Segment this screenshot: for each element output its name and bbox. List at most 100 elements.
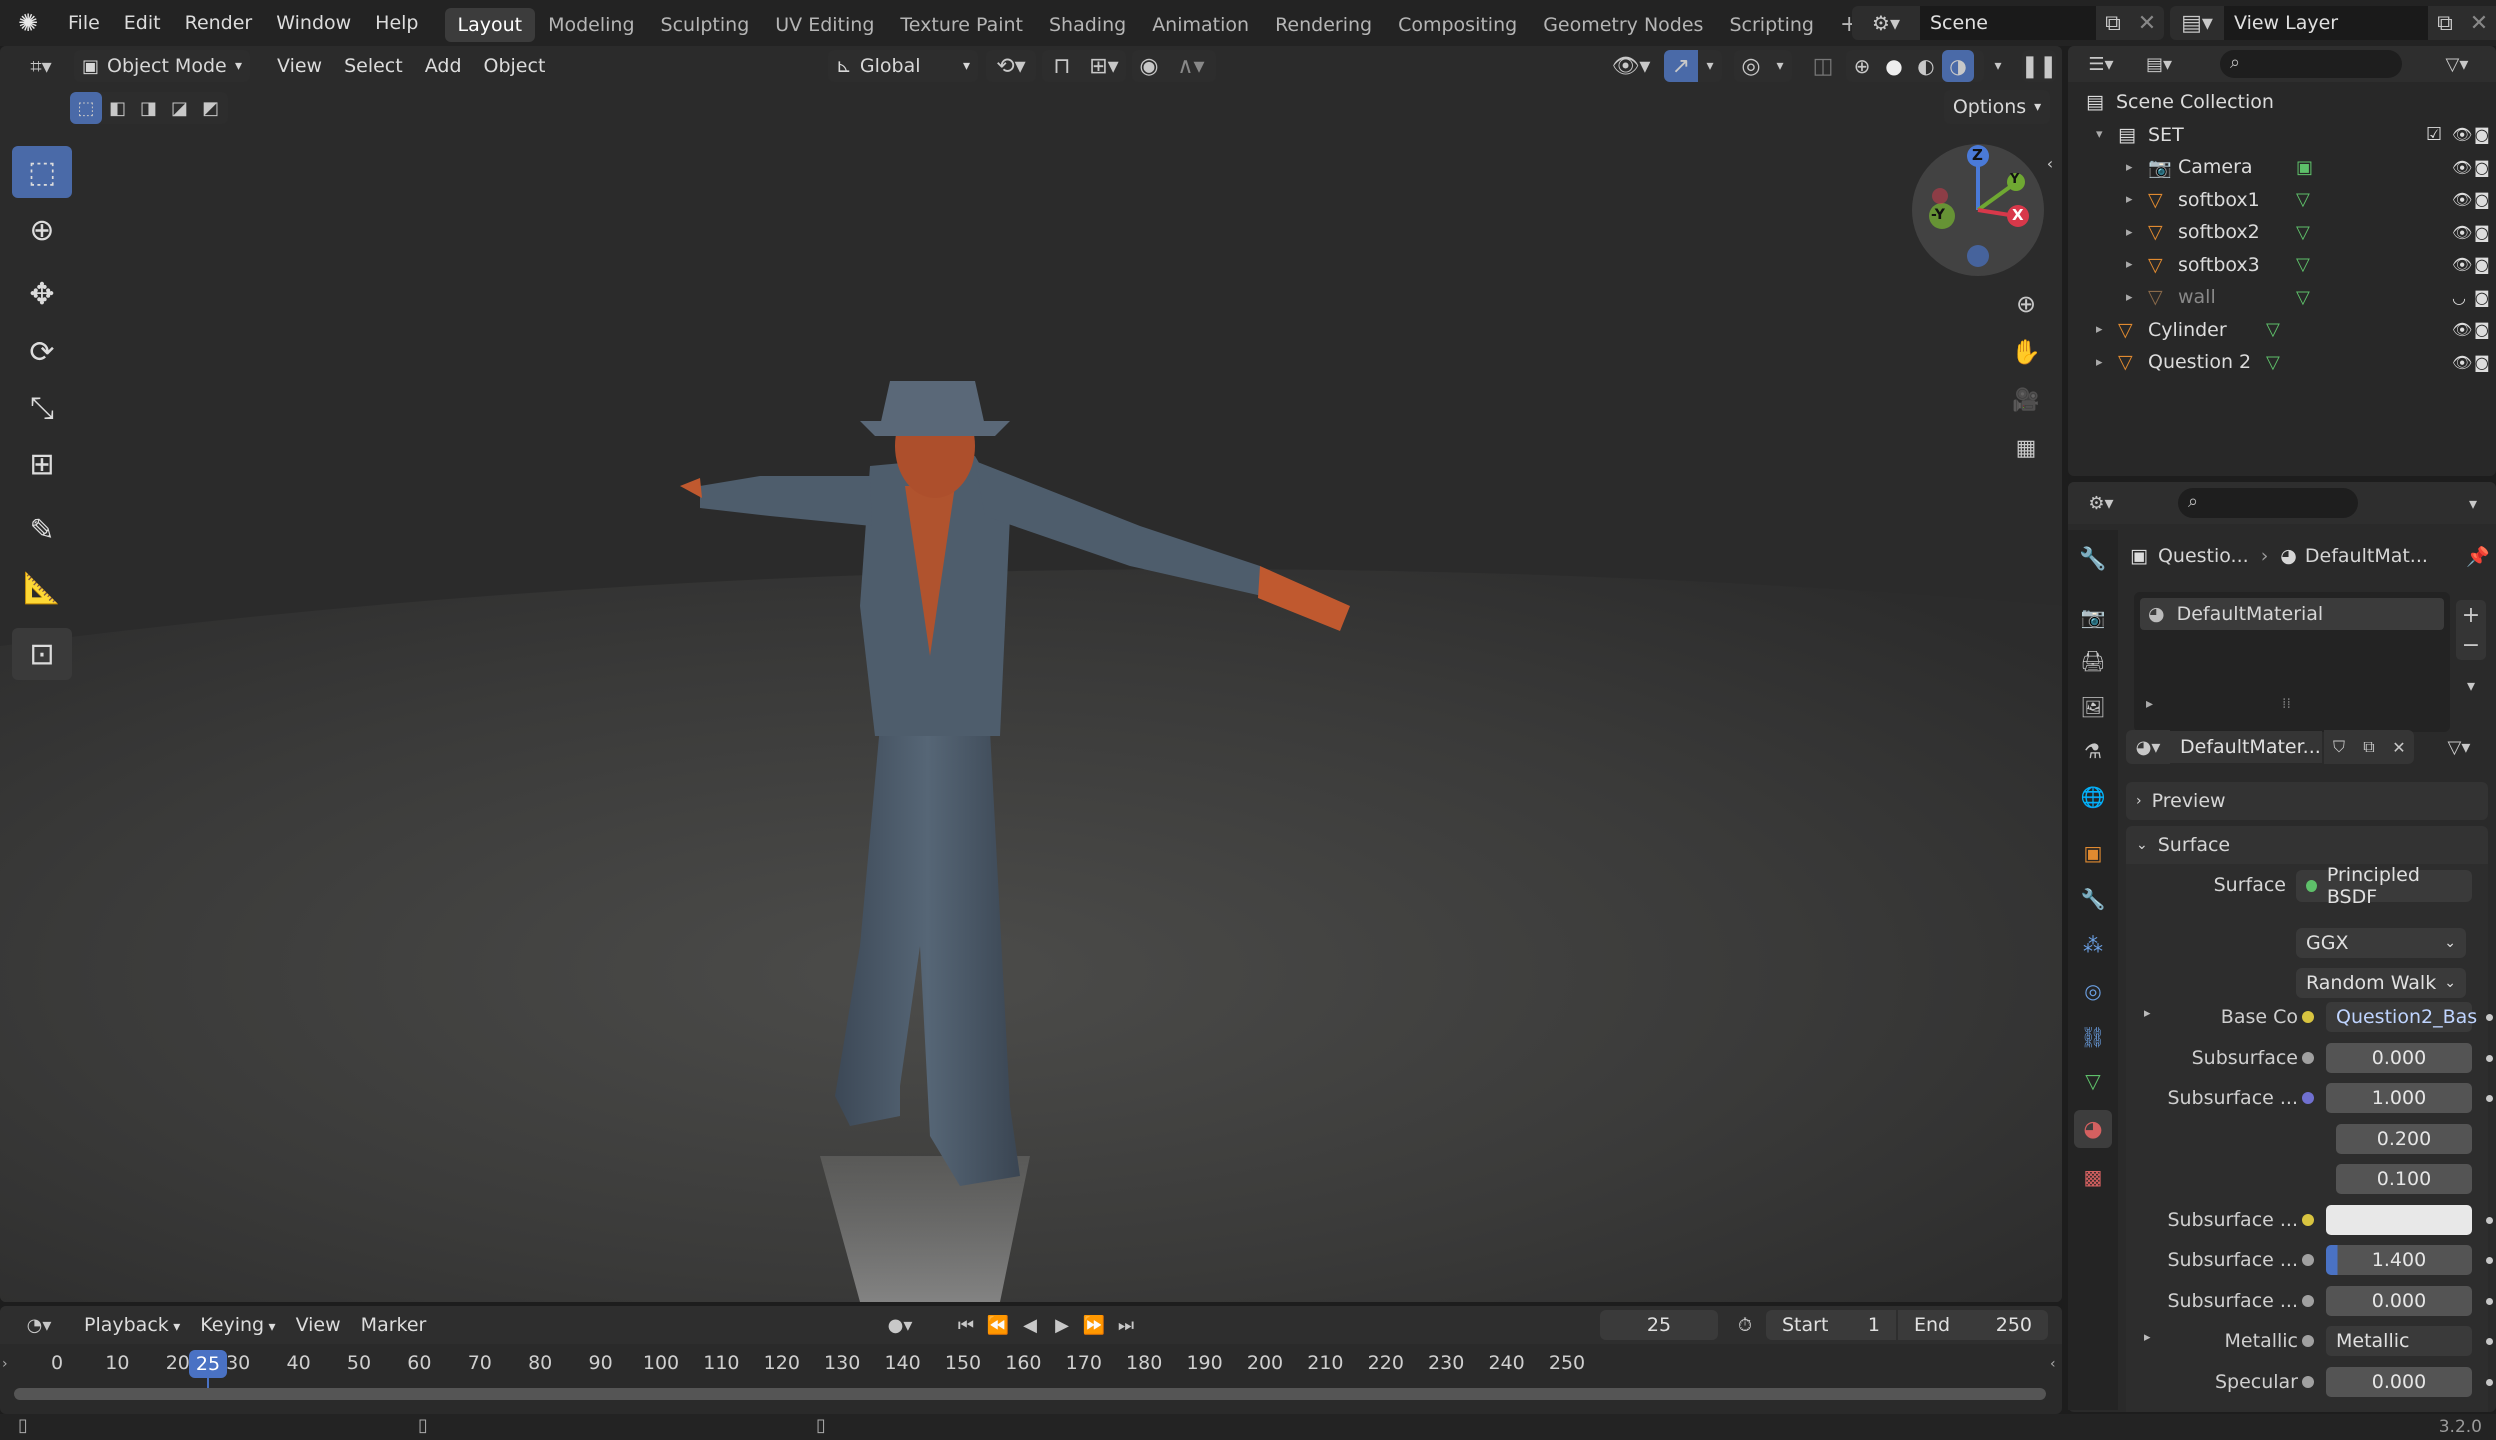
overlays-dropdown-icon[interactable]: ▾ bbox=[1768, 50, 1792, 82]
outliner-item-softbox1[interactable]: ▸ ▽ softbox1 ▽ 👁 ◙ bbox=[2068, 184, 2490, 216]
shader-input-field[interactable]: 0.000 bbox=[2326, 1042, 2472, 1073]
snap-icon[interactable]: ⊓ bbox=[1042, 50, 1082, 82]
tab-geometry-nodes[interactable]: Geometry Nodes bbox=[1530, 8, 1716, 42]
falloff-icon[interactable]: ∧▾ bbox=[1166, 50, 1216, 82]
material-shading-icon[interactable]: ◐ bbox=[1910, 50, 1942, 82]
transform-orientation-dropdown[interactable]: ⊾ Global ▾ bbox=[828, 50, 978, 82]
select-extend-icon[interactable]: ◧ bbox=[102, 92, 133, 124]
expand-arrow-icon[interactable]: ▸ bbox=[2126, 160, 2133, 175]
keyframe-dot-icon[interactable] bbox=[2486, 1257, 2493, 1264]
timeline-menu-keying[interactable]: Keying ▾ bbox=[190, 1306, 285, 1344]
viewport-menu-select[interactable]: Select bbox=[333, 50, 414, 82]
view-layer-icon[interactable]: ▤▾ bbox=[2170, 6, 2224, 40]
xray-icon[interactable]: ◫ bbox=[1806, 50, 1840, 82]
material-slot-item[interactable]: ◕ DefaultMaterial bbox=[2140, 598, 2444, 630]
properties-editor-type-icon[interactable]: ⚙▾ bbox=[2078, 488, 2124, 518]
duplicate-material-icon[interactable]: ⧉ bbox=[2354, 730, 2384, 764]
subsurface-method-dropdown[interactable]: Random Walk ⌄ bbox=[2296, 968, 2466, 998]
scale-tool-icon[interactable]: ⤡ bbox=[12, 382, 72, 434]
tab-rendering[interactable]: Rendering bbox=[1262, 8, 1385, 42]
keyframe-dot-icon[interactable] bbox=[2486, 1095, 2493, 1102]
viewport-menu-add[interactable]: Add bbox=[414, 50, 473, 82]
shader-input-field[interactable]: 0.200 bbox=[2336, 1123, 2472, 1154]
exclude-checkbox[interactable]: ☑ bbox=[2426, 124, 2442, 145]
snap-target-icon[interactable]: ⊞▾ bbox=[1082, 50, 1126, 82]
outliner-collection-set[interactable]: ▾ ▤ SET ☑ 👁 ◙ bbox=[2068, 119, 2490, 151]
outliner-scene-collection[interactable]: ▤ Scene Collection bbox=[2068, 86, 2488, 118]
new-scene-icon[interactable]: ⧉ bbox=[2096, 6, 2130, 40]
record-icon[interactable]: ●▾ bbox=[876, 1310, 924, 1340]
keyframe-dot-icon[interactable] bbox=[2486, 1014, 2493, 1021]
transform-tool-icon[interactable]: ⊞ bbox=[12, 438, 72, 490]
tab-scripting[interactable]: Scripting bbox=[1716, 8, 1827, 42]
render-camera-icon[interactable]: ◙ bbox=[2474, 190, 2490, 209]
link-type-icon[interactable]: ▽▾ bbox=[2434, 730, 2484, 764]
tab-texture-paint[interactable]: Texture Paint bbox=[887, 8, 1036, 42]
tab-compositing[interactable]: Compositing bbox=[1385, 8, 1530, 42]
add-slot-icon[interactable]: + bbox=[2456, 600, 2486, 630]
keyframe-dot-icon[interactable] bbox=[2486, 1216, 2493, 1224]
expand-arrow-icon[interactable]: ▸ bbox=[2144, 1006, 2151, 1021]
shader-input-field[interactable]: Question2_Bas bbox=[2326, 1002, 2477, 1032]
delete-view-layer-icon[interactable]: ✕ bbox=[2462, 6, 2496, 40]
delete-scene-icon[interactable]: ✕ bbox=[2130, 6, 2164, 40]
zoom-icon[interactable]: ⊕ bbox=[2004, 282, 2048, 326]
pivot-point-icon[interactable]: ⟲▾ bbox=[986, 50, 1036, 82]
start-frame-field[interactable]: Start 1 bbox=[1766, 1310, 1896, 1340]
expand-icon[interactable]: ▸ bbox=[2146, 696, 2153, 712]
outliner-search-input[interactable]: ⌕ bbox=[2220, 50, 2402, 78]
surface-shader-field[interactable]: Principled BSDF bbox=[2296, 864, 2472, 908]
tab-animation[interactable]: Animation bbox=[1139, 8, 1262, 42]
modifier-tab-icon[interactable]: 🔧 bbox=[2076, 882, 2110, 916]
options-dropdown[interactable]: Options ▾ bbox=[1944, 90, 2050, 124]
select-invert-icon[interactable]: ◪ bbox=[164, 92, 195, 124]
menu-render[interactable]: Render bbox=[173, 0, 265, 46]
blender-logo-icon[interactable]: ✺ bbox=[0, 0, 56, 46]
render-camera-icon[interactable]: ◙ bbox=[2474, 125, 2490, 144]
timeline-left-toggle-icon[interactable]: › bbox=[2, 1356, 8, 1372]
eye-icon[interactable]: 👁 bbox=[2452, 353, 2472, 372]
outliner-item-softbox2[interactable]: ▸ ▽ softbox2 ▽ 👁 ◙ bbox=[2068, 216, 2490, 248]
camera-view-icon[interactable]: 🎥 bbox=[2004, 378, 2048, 422]
shader-input-field[interactable]: 0.100 bbox=[2336, 1164, 2472, 1194]
playhead-frame-badge[interactable]: 25 bbox=[189, 1350, 227, 1378]
render-camera-icon[interactable]: ◙ bbox=[2474, 255, 2490, 274]
proportional-edit-icon[interactable]: ◉ bbox=[1132, 50, 1166, 82]
prev-keyframe-icon[interactable]: ⏪ bbox=[982, 1310, 1014, 1340]
render-tab-icon[interactable]: 📷 bbox=[2076, 600, 2110, 634]
surface-panel-header[interactable]: ⌄ Surface bbox=[2126, 826, 2488, 864]
timeline-scrollbar[interactable] bbox=[14, 1388, 2046, 1400]
display-mode-icon[interactable]: ▤▾ bbox=[2134, 50, 2184, 78]
distribution-dropdown[interactable]: GGX ⌄ bbox=[2296, 928, 2466, 958]
expand-arrow-icon[interactable]: ▸ bbox=[2126, 192, 2133, 207]
sidebar-toggle-icon[interactable]: ‹ bbox=[2040, 150, 2060, 176]
tab-layout[interactable]: Layout bbox=[444, 8, 536, 42]
view-layer-tab-icon[interactable]: 🖼 bbox=[2076, 690, 2110, 724]
eye-icon[interactable]: 👁 bbox=[2452, 223, 2472, 242]
expand-arrow-icon[interactable]: ▸ bbox=[2144, 1330, 2151, 1345]
add-cube-tool-icon[interactable]: ⊡ bbox=[12, 628, 72, 680]
pin-icon[interactable]: 📌 bbox=[2466, 545, 2490, 568]
resize-handle-icon[interactable]: ⁞⁞ bbox=[2282, 696, 2291, 712]
wireframe-shading-icon[interactable]: ⊕ bbox=[1846, 50, 1878, 82]
expand-arrow-icon[interactable]: ▸ bbox=[2126, 290, 2133, 305]
expand-arrow-icon[interactable]: ▸ bbox=[2096, 355, 2103, 370]
tab-uv-editing[interactable]: UV Editing bbox=[762, 8, 887, 42]
render-camera-icon[interactable]: ◙ bbox=[2474, 353, 2490, 372]
jump-end-icon[interactable]: ⏭ bbox=[1110, 1310, 1142, 1340]
world-tab-icon[interactable]: 🌐 bbox=[2076, 780, 2110, 814]
jump-start-icon[interactable]: ⏮ bbox=[950, 1310, 982, 1340]
slot-specials-icon[interactable]: ▾ bbox=[2456, 670, 2486, 700]
keyframe-dot-icon[interactable] bbox=[2486, 1297, 2493, 1305]
menu-window[interactable]: Window bbox=[264, 0, 363, 46]
pause-render-icon[interactable]: ❚❚ bbox=[2021, 50, 2057, 82]
shader-input-field[interactable]: 0.000 bbox=[2326, 1366, 2472, 1397]
keyframe-dot-icon[interactable] bbox=[2486, 1338, 2493, 1345]
rotate-tool-icon[interactable]: ⟳ bbox=[12, 326, 72, 378]
tab-sculpting[interactable]: Sculpting bbox=[648, 8, 763, 42]
cursor-tool-icon[interactable]: ⊕ bbox=[12, 204, 72, 256]
select-new-icon[interactable]: ⬚ bbox=[70, 92, 102, 124]
particles-tab-icon[interactable]: ⁂ bbox=[2076, 928, 2110, 962]
menu-edit[interactable]: Edit bbox=[112, 0, 173, 46]
keyframe-dot-icon[interactable] bbox=[2486, 1378, 2493, 1386]
